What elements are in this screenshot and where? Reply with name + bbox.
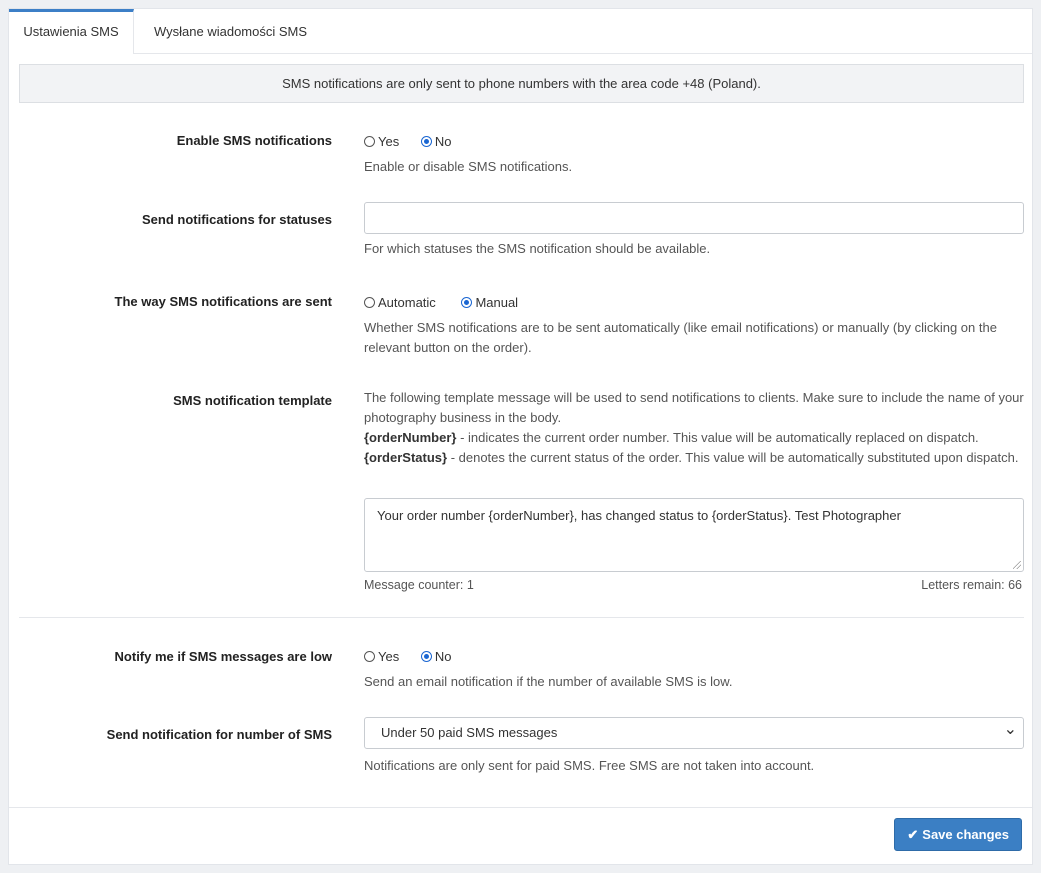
statuses-input[interactable] xyxy=(364,202,1024,234)
template-order-status-line: {orderStatus} - denotes the current stat… xyxy=(364,448,1024,468)
template-help: The following template message will be u… xyxy=(364,388,1024,468)
tab-sent-messages[interactable]: Wysłane wiadomości SMS xyxy=(134,9,307,53)
message-counter: Message counter: 1 xyxy=(364,578,474,592)
low-sms-yes[interactable]: Yes xyxy=(364,649,399,664)
enable-sms-help: Enable or disable SMS notifications. xyxy=(364,159,573,174)
radio-label: Manual xyxy=(475,295,519,310)
send-way-manual[interactable]: Manual xyxy=(461,295,518,310)
order-number-desc: - indicates the current order number. Th… xyxy=(456,430,979,445)
order-number-tag: {orderNumber} xyxy=(364,430,457,445)
radio-no-icon[interactable] xyxy=(420,136,432,147)
radio-label: Yes xyxy=(378,134,400,149)
threshold-select[interactable]: Under 50 paid SMS messages ⌄ xyxy=(364,717,1024,749)
template-order-number-line: {orderNumber} - indicates the current or… xyxy=(364,428,1024,448)
enable-sms-yes[interactable]: Yes xyxy=(364,134,399,149)
save-label: Save changes xyxy=(922,827,1009,842)
enable-sms-radio-group: Yes No xyxy=(364,134,469,150)
radio-label: No xyxy=(434,134,452,149)
threshold-label: Send notification for number of SMS xyxy=(106,727,332,742)
radio-yes-icon[interactable] xyxy=(364,651,375,662)
radio-yes-icon[interactable] xyxy=(364,136,375,147)
template-help-intro: The following template message will be u… xyxy=(364,390,1024,425)
threshold-help: Notifications are only sent for paid SMS… xyxy=(364,758,815,773)
radio-label: Automatic xyxy=(378,295,436,310)
tab-sms-settings[interactable]: Ustawienia SMS xyxy=(9,9,134,54)
enable-sms-label: Enable SMS notifications xyxy=(176,133,332,148)
template-label: SMS notification template xyxy=(173,393,332,408)
form-footer: ✔ Save changes xyxy=(9,807,1032,864)
radio-manual-icon[interactable] xyxy=(461,297,473,308)
tab-bar: Ustawienia SMS Wysłane wiadomości SMS xyxy=(9,9,1032,54)
save-changes-button[interactable]: ✔ Save changes xyxy=(894,818,1022,851)
low-sms-help: Send an email notification if the number… xyxy=(364,674,733,689)
settings-panel: Ustawienia SMS Wysłane wiadomości SMS SM… xyxy=(8,8,1033,865)
resize-grip-icon[interactable] xyxy=(1013,561,1021,569)
send-way-label: The way SMS notifications are sent xyxy=(114,294,332,309)
info-alert: SMS notifications are only sent to phone… xyxy=(19,64,1024,103)
send-way-radio-group: Automatic Manual xyxy=(364,295,536,311)
check-icon: ✔ xyxy=(907,826,919,842)
letters-remain: Letters remain: 66 xyxy=(921,578,1022,592)
low-sms-no[interactable]: No xyxy=(420,649,452,664)
statuses-help: For which statuses the SMS notification … xyxy=(364,241,711,256)
radio-label: No xyxy=(434,649,452,664)
send-way-help: Whether SMS notifications are to be sent… xyxy=(364,320,997,355)
radio-no-icon[interactable] xyxy=(420,651,432,662)
threshold-selected-value: Under 50 paid SMS messages xyxy=(381,725,558,740)
radio-automatic-icon[interactable] xyxy=(364,297,375,308)
statuses-label: Send notifications for statuses xyxy=(142,212,332,227)
chevron-down-icon: ⌄ xyxy=(1003,721,1017,738)
order-status-desc: - denotes the current status of the orde… xyxy=(447,450,1019,465)
low-sms-label: Notify me if SMS messages are low xyxy=(114,649,332,664)
send-way-automatic[interactable]: Automatic xyxy=(364,295,436,310)
template-textarea[interactable]: Your order number {orderNumber}, has cha… xyxy=(364,498,1024,572)
order-status-tag: {orderStatus} xyxy=(364,450,448,465)
template-text: Your order number {orderNumber}, has cha… xyxy=(377,508,901,523)
low-sms-radio-group: Yes No xyxy=(364,649,469,665)
radio-label: Yes xyxy=(378,649,400,664)
enable-sms-no[interactable]: No xyxy=(420,134,452,149)
section-divider xyxy=(19,617,1024,618)
